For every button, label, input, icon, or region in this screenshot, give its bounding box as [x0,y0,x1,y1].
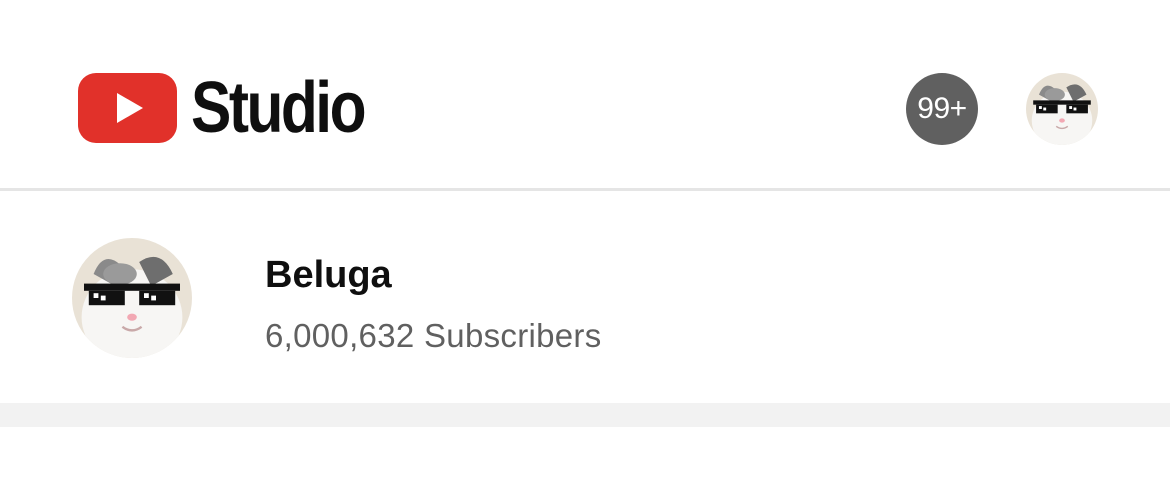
subscriber-count: 6,000,632 Subscribers [265,317,602,354]
section-divider-band [0,403,1170,427]
youtube-play-icon [78,73,177,143]
avatar-cat-sunglasses-icon [72,238,192,358]
channel-avatar[interactable] [72,238,192,358]
avatar-cat-sunglasses-icon [1026,73,1098,145]
channel-name: Beluga [265,254,392,296]
notifications-badge[interactable]: 99+ [906,73,978,145]
youtube-studio-logo[interactable]: Studio [78,72,397,144]
app-name: Studio [191,68,367,148]
account-avatar[interactable] [1026,73,1098,145]
app-header: Studio 99+ [0,0,1170,188]
